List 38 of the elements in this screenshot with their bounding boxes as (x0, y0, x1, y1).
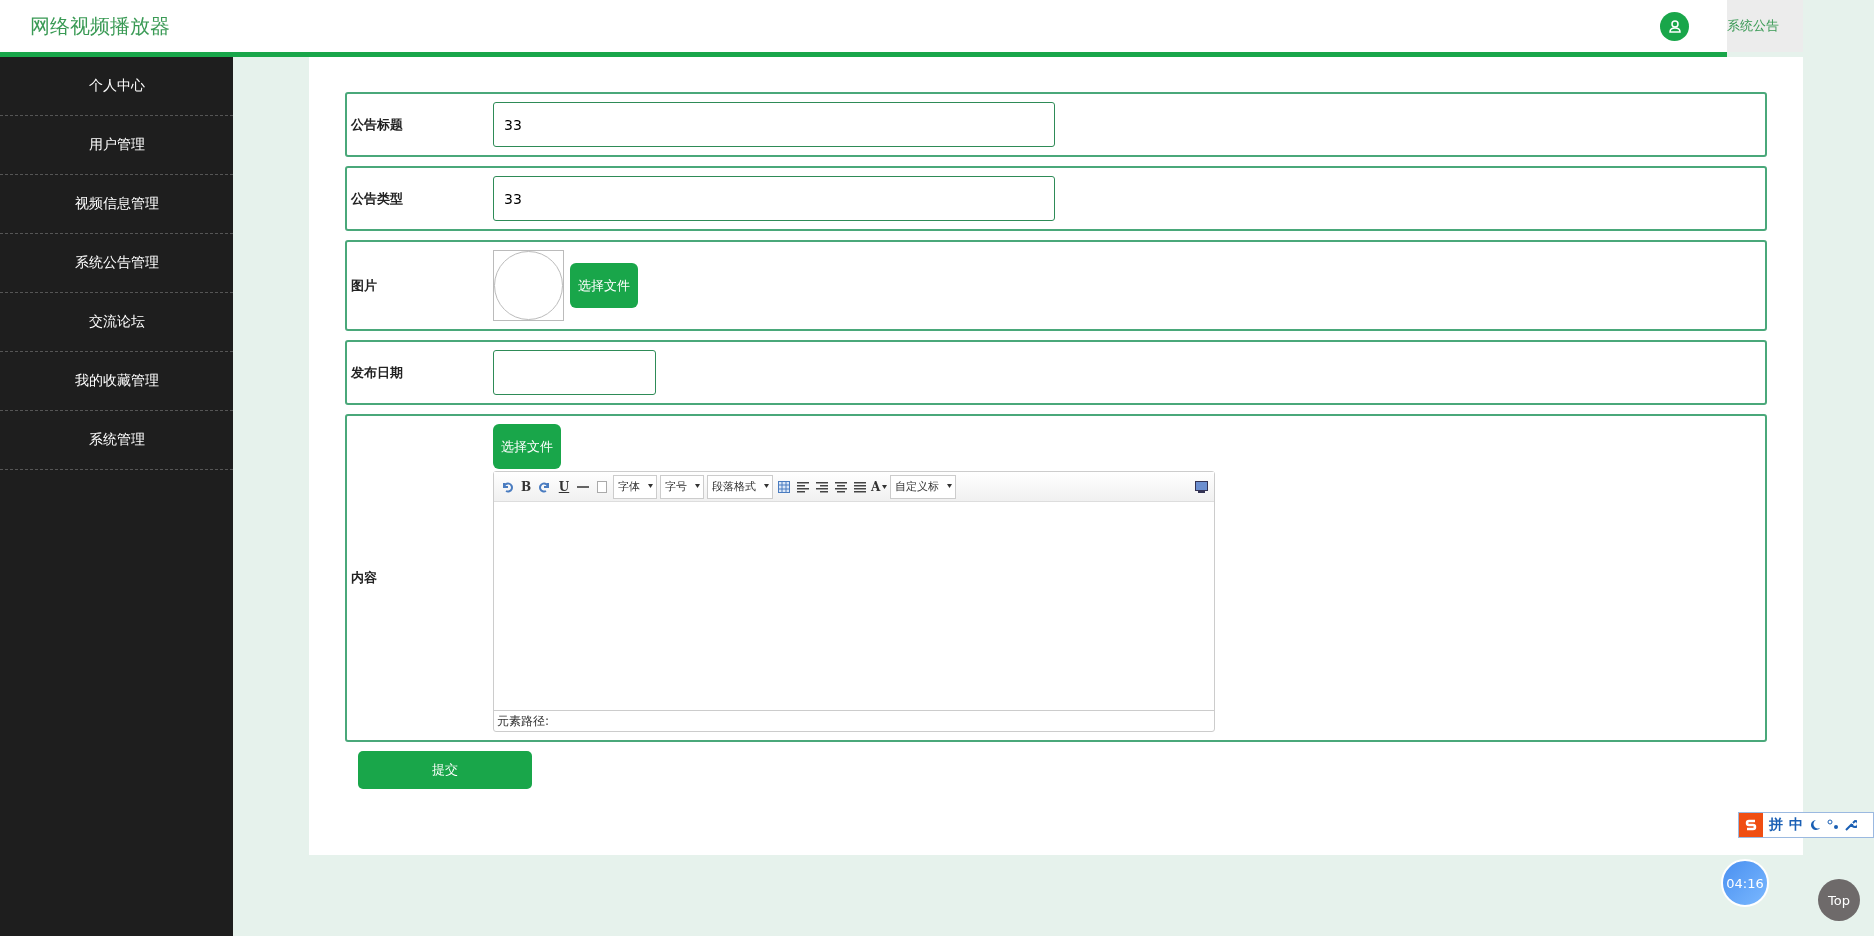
sidebar-item[interactable]: 我的收藏管理 (0, 352, 233, 411)
field-label: 发布日期 (351, 363, 404, 382)
format-button[interactable]: U (556, 477, 572, 496)
sidebar-item[interactable]: 视频信息管理 (0, 175, 233, 234)
format-button[interactable]: A (871, 477, 888, 496)
caret-icon (648, 483, 653, 488)
sidebar-item[interactable]: 系统公告管理 (0, 234, 233, 293)
field-label: 公告标题 (351, 115, 404, 134)
site-title: 网络视频播放器 (30, 12, 171, 40)
ime-mode-button[interactable]: 中 (1789, 816, 1803, 834)
moon-icon[interactable] (1809, 819, 1821, 831)
sidebar-item[interactable]: 系统管理 (0, 411, 233, 470)
sidebar-item[interactable]: 个人中心 (0, 57, 233, 116)
format-dropdown[interactable]: 自定义标 (890, 474, 957, 499)
field-label: 公告类型 (351, 189, 404, 208)
text-input-field[interactable]: 33 (493, 102, 1055, 147)
user-icon[interactable] (1660, 11, 1689, 41)
caret-icon (695, 483, 700, 488)
punctuation-icon[interactable] (1827, 819, 1839, 831)
sidebar-item[interactable]: 交流论坛 (0, 293, 233, 352)
rich-text-editor[interactable]: B U 字体 字号 段落格式 A 自定义标 元素路径: (493, 471, 1215, 732)
field-label: 图片 (351, 276, 378, 295)
ime-mode-button[interactable]: 拼 (1769, 816, 1783, 834)
caret-icon (764, 483, 769, 488)
back-to-top-button[interactable]: Top (1818, 879, 1860, 921)
field-label: 内容 (351, 569, 378, 587)
sidebar-item[interactable]: 用户管理 (0, 116, 233, 175)
format-dropdown[interactable]: 字号 (660, 474, 704, 499)
format-dropdown[interactable]: 字体 (613, 474, 657, 499)
element-path-label: 元素路径: (497, 712, 550, 730)
format-button[interactable]: B (518, 477, 534, 496)
image-placeholder (493, 250, 564, 321)
timer-badge: 04:16 (1721, 859, 1769, 907)
caret-icon (882, 484, 888, 489)
caret-icon (947, 483, 953, 488)
date-input-field[interactable] (493, 350, 656, 395)
text-input-field[interactable]: 33 (493, 176, 1055, 221)
format-dropdown[interactable]: 段落格式 (707, 474, 773, 499)
